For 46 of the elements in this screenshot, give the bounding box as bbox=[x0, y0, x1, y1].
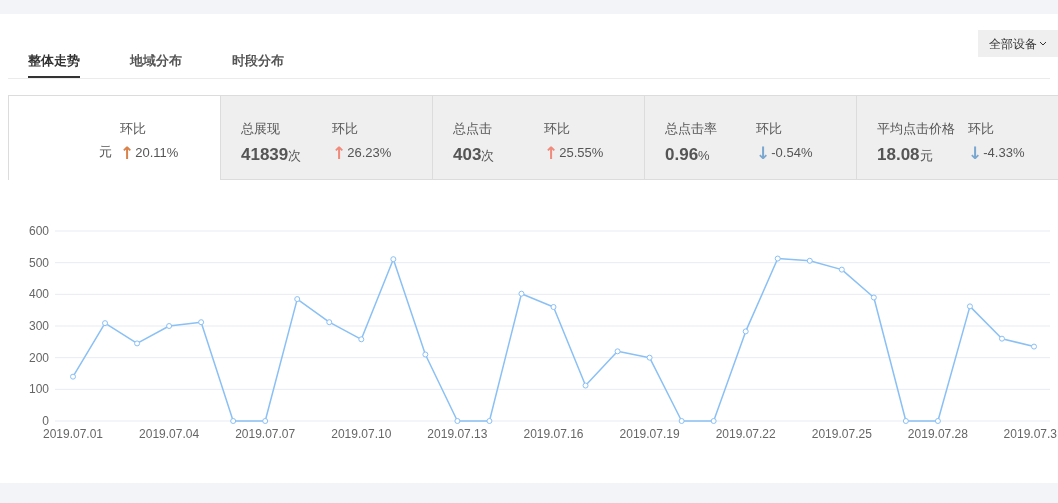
y-axis-label: 100 bbox=[28, 382, 49, 397]
arrow-icon: ↑ bbox=[120, 143, 135, 162]
metric-unit: 次 bbox=[481, 147, 495, 165]
change-value: -4.33% bbox=[983, 144, 1025, 162]
metric-value: 0.96 bbox=[665, 144, 699, 166]
arrow-icon: ↑ bbox=[544, 143, 559, 162]
metric-label: 总点击 bbox=[453, 120, 493, 138]
change-value: 25.55% bbox=[559, 144, 604, 162]
metric-unit: 元 bbox=[919, 147, 933, 165]
metric-value: 18.08 bbox=[877, 144, 920, 166]
arrow-icon: ↓ bbox=[756, 143, 771, 162]
change-value: -0.54% bbox=[771, 144, 813, 162]
change-label: 环比 bbox=[120, 120, 147, 138]
metric-label: 总展现 bbox=[241, 120, 281, 138]
change-value: 26.23% bbox=[347, 144, 392, 162]
x-axis-label: 2019.07.28 bbox=[907, 427, 968, 441]
change-label: 环比 bbox=[968, 120, 995, 138]
x-axis-label: 2019.07.22 bbox=[715, 427, 776, 441]
metric-label: 平均点击价格 bbox=[877, 120, 956, 138]
metric-unit: 元 bbox=[99, 143, 112, 161]
y-axis-label: 400 bbox=[28, 287, 49, 302]
x-axis-label: 2019.07.25 bbox=[811, 427, 872, 441]
metric-unit: 次 bbox=[288, 147, 302, 165]
x-axis-label: 2019.07.13 bbox=[427, 427, 488, 441]
metric-unit: % bbox=[698, 147, 710, 165]
change-label: 环比 bbox=[332, 120, 359, 138]
y-axis-label: 300 bbox=[28, 319, 49, 333]
x-axis-label: 2019.07.04 bbox=[139, 427, 200, 441]
x-axis-label: 2019.07.19 bbox=[619, 427, 680, 441]
x-axis-label: 2019.07.10 bbox=[331, 427, 392, 441]
arrow-icon: ↓ bbox=[968, 143, 983, 162]
y-axis-label: 600 bbox=[28, 224, 49, 238]
metric-value: 41839 bbox=[241, 144, 289, 166]
arrow-icon: ↑ bbox=[332, 143, 347, 162]
x-axis-label: 2019.07.16 bbox=[523, 427, 584, 441]
y-axis-label: 200 bbox=[28, 350, 49, 365]
y-axis-label: 500 bbox=[28, 255, 49, 270]
change-label: 环比 bbox=[756, 120, 783, 138]
y-axis-label: 0 bbox=[42, 414, 49, 428]
change-value: 20.11% bbox=[135, 144, 179, 162]
metric-label: 总点击率 bbox=[665, 120, 718, 138]
metric-value: 403 bbox=[453, 144, 482, 166]
change-label: 环比 bbox=[544, 120, 571, 138]
x-axis-label: 2019.07.01 bbox=[42, 427, 104, 441]
x-axis-label: 2019.07.07 bbox=[235, 427, 296, 441]
x-axis-label: 2019.07.3 bbox=[1003, 427, 1057, 441]
